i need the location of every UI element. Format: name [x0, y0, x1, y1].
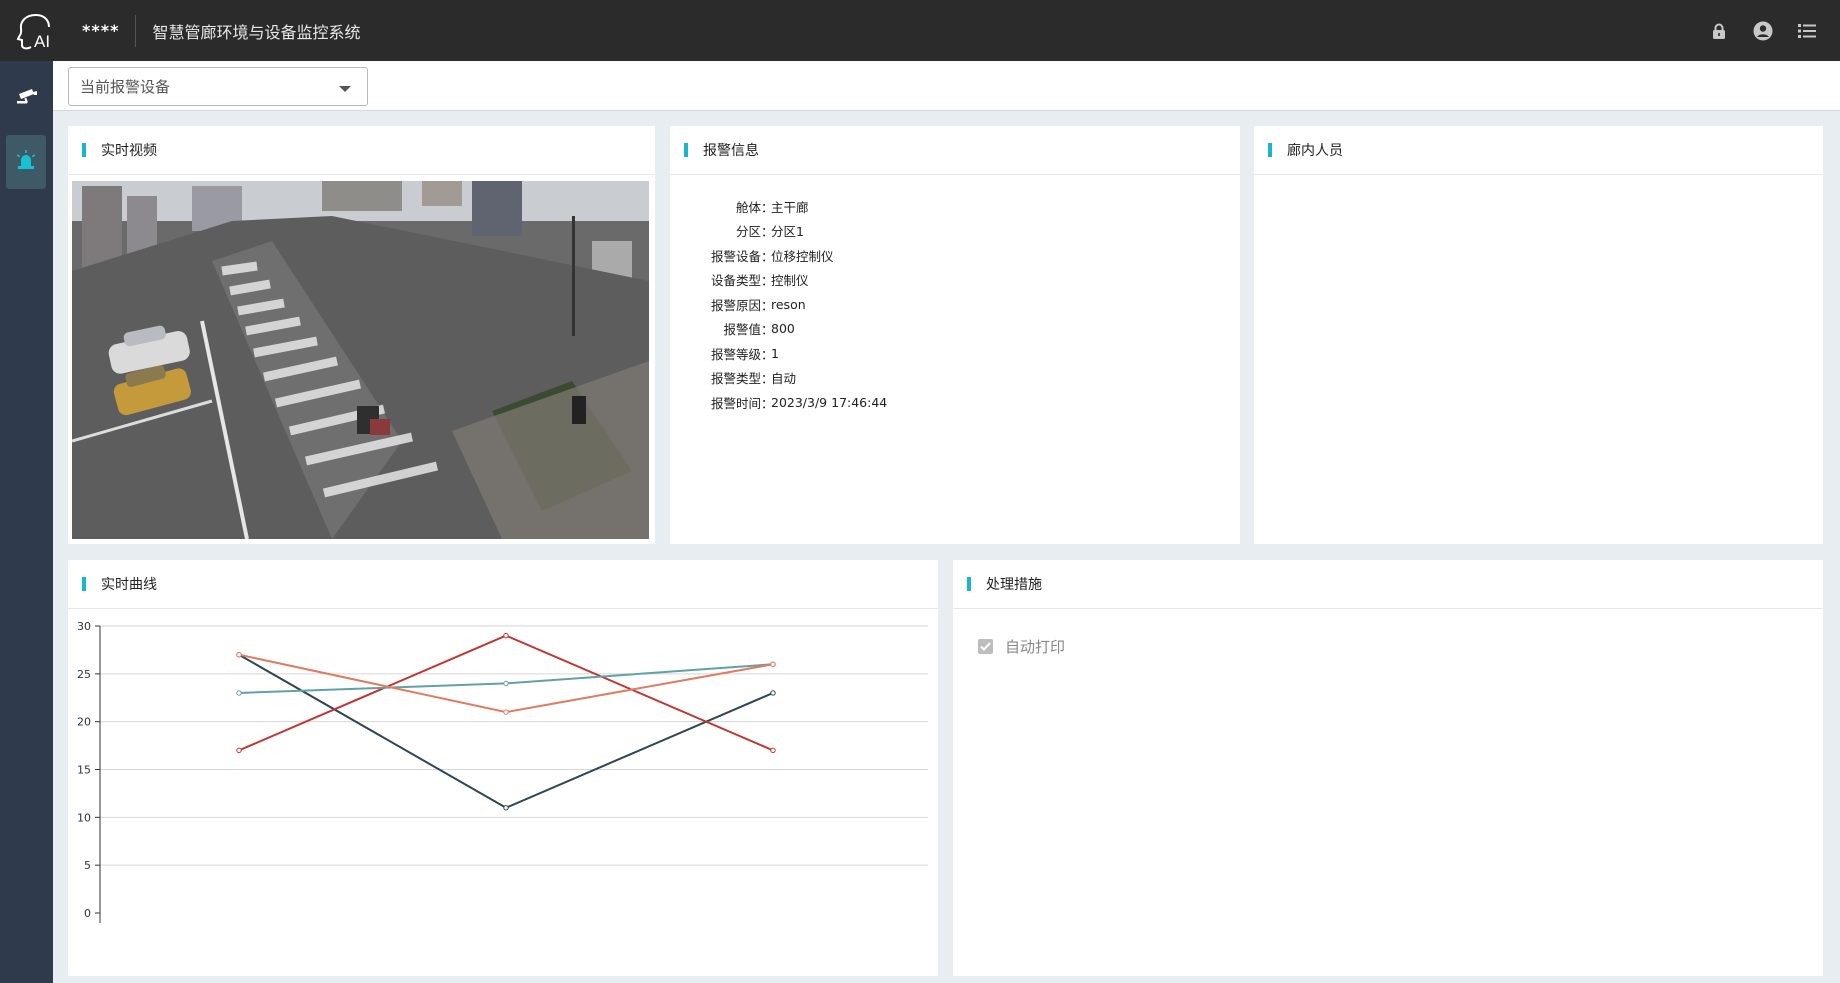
title-accent [82, 143, 86, 157]
auto-print-option[interactable]: 自动打印 [978, 636, 1065, 657]
info-row-zone: 分区：分区1 [670, 219, 1240, 244]
logo-text: AI [34, 32, 50, 51]
y-tick-label: 30 [77, 620, 91, 633]
info-label: 报警设备 [710, 248, 761, 264]
title-accent [684, 143, 688, 157]
measures-panel: 处理措施 自动打印 [953, 560, 1823, 976]
alarm-info-panel: 报警信息 舱体：主干廊 分区：分区1 报警设备：位移控制仪 设备类型：控制仪 报… [670, 126, 1240, 544]
top-header: AI **** 智慧管廊环境与设备监控系统 [0, 0, 1840, 61]
info-label: 报警值 [723, 322, 761, 338]
y-tick-label: 20 [77, 716, 91, 729]
personnel-panel: 廊内人员 [1254, 126, 1823, 544]
info-value: 主干廊 [771, 199, 809, 215]
info-label: 报警类型 [710, 371, 761, 387]
data-point [503, 805, 509, 811]
info-row-device: 报警设备：位移控制仪 [670, 243, 1240, 268]
curve-panel-title: 实时曲线 [101, 577, 157, 593]
info-label: 设备类型 [710, 273, 761, 289]
masked-username: **** [82, 21, 120, 40]
info-row-value: 报警值： 800 [670, 317, 1240, 342]
info-row-device-type: 设备类型：控制仪 [670, 268, 1240, 293]
info-value: 2023/3/9 17:46:44 [771, 394, 888, 410]
info-row-level: 报警等级： 1 [670, 341, 1240, 366]
info-value: 1 [771, 345, 779, 361]
sidebar-item-alarm[interactable] [6, 135, 46, 189]
data-point [770, 690, 776, 696]
info-value: 自动 [771, 371, 797, 387]
info-row-alarm-type: 报警类型：自动 [670, 366, 1240, 391]
select-value: 当前报警设备 [80, 78, 171, 96]
user-circle-icon[interactable] [1752, 20, 1774, 42]
title-accent [82, 577, 86, 591]
info-row-reason: 报警原因： reson [670, 292, 1240, 317]
toolbar: 当前报警设备 [53, 61, 1840, 111]
app-title: 智慧管廊环境与设备监控系统 [152, 22, 361, 42]
data-point [236, 747, 242, 754]
y-tick-label: 25 [77, 668, 91, 681]
camera-icon [16, 87, 38, 109]
info-label: 分区 [735, 224, 761, 240]
sidebar-item-video[interactable] [0, 69, 53, 127]
data-point [236, 690, 242, 696]
y-tick-label: 10 [77, 811, 91, 824]
y-tick-label: 15 [77, 764, 91, 777]
title-accent [967, 577, 971, 591]
info-row-time: 报警时间： 2023/3/9 17:46:44 [670, 390, 1240, 415]
video-panel-title: 实时视频 [101, 143, 157, 159]
info-value: reson [771, 296, 806, 312]
sidebar [0, 61, 53, 983]
info-label: 报警等级 [710, 346, 761, 362]
data-point [503, 709, 509, 715]
data-point [770, 661, 776, 667]
realtime-line-chart: 0 5 10 15 20 25 30 [77, 620, 928, 923]
curve-panel: 实时曲线 0 5 10 15 20 25 30 [68, 560, 938, 976]
video-player[interactable] [72, 181, 649, 539]
info-label: 报警原因 [710, 297, 761, 313]
chevron-down-icon [339, 86, 351, 92]
title-accent [1268, 143, 1272, 157]
lock-icon[interactable] [1708, 20, 1730, 42]
data-point [770, 747, 776, 754]
info-label: 舱体 [735, 199, 761, 215]
alarm-info-title: 报警信息 [703, 143, 759, 159]
alarm-info-list: 舱体：主干廊 分区：分区1 报警设备：位移控制仪 设备类型：控制仪 报警原因： r… [670, 175, 1240, 415]
header-divider [135, 14, 137, 47]
auto-print-label: 自动打印 [1005, 638, 1066, 656]
app-logo: AI [14, 9, 58, 53]
personnel-panel-title: 廊内人员 [1287, 143, 1343, 159]
measures-panel-title: 处理措施 [986, 577, 1042, 593]
info-value: 位移控制仪 [771, 248, 834, 264]
y-tick-label: 5 [84, 859, 91, 872]
data-point [503, 632, 509, 639]
data-point [503, 680, 509, 687]
info-value: 分区1 [771, 224, 804, 240]
info-label: 报警时间 [710, 395, 761, 411]
alarm-light-icon [15, 150, 37, 174]
data-point [236, 652, 242, 658]
info-value: 800 [771, 321, 795, 337]
series-line-2 [238, 634, 774, 752]
alarm-device-select[interactable]: 当前报警设备 [68, 67, 368, 106]
video-panel: 实时视频 [68, 126, 655, 544]
y-tick-label: 0 [84, 907, 91, 920]
info-value: 控制仪 [771, 273, 809, 289]
list-icon[interactable] [1796, 20, 1818, 42]
info-row-cabin: 舱体：主干廊 [670, 194, 1240, 219]
auto-print-checkbox[interactable] [978, 639, 993, 654]
